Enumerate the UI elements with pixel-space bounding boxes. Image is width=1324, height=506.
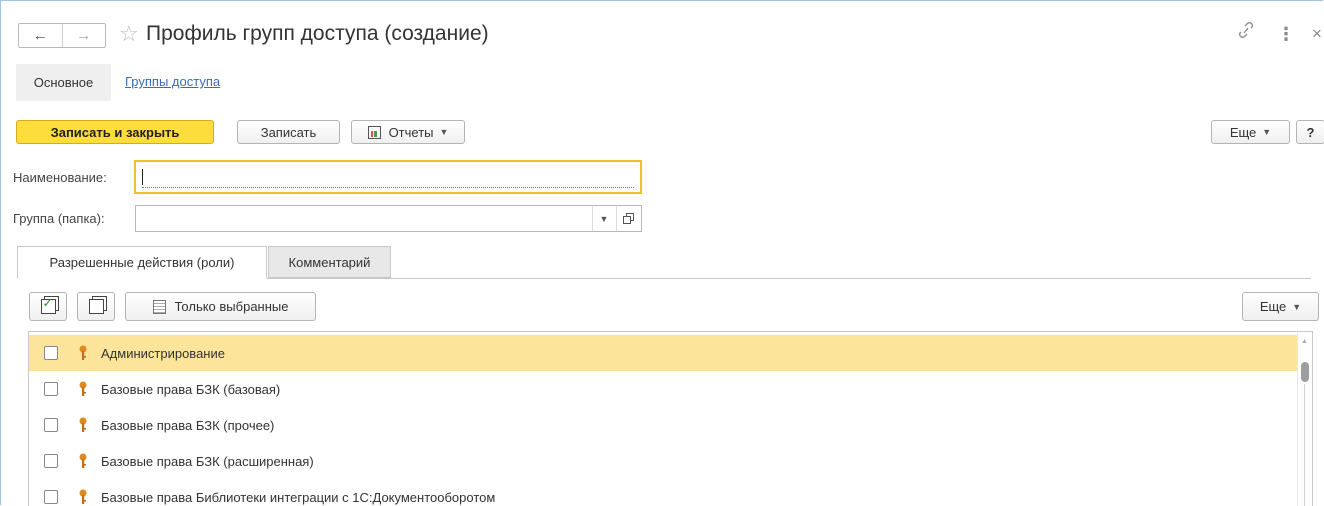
role-checkbox[interactable] xyxy=(44,418,58,432)
name-input[interactable] xyxy=(134,160,642,194)
more-vertical-icon[interactable]: ⋮ xyxy=(1277,21,1295,47)
required-field-underline xyxy=(142,187,634,188)
table-row[interactable]: Базовые права БЗК (расширенная) xyxy=(29,443,1302,479)
table-more-button[interactable]: Еще ▼ xyxy=(1242,292,1319,321)
group-input[interactable]: ▼ xyxy=(135,205,642,232)
role-checkbox[interactable] xyxy=(44,454,58,468)
text-cursor xyxy=(142,169,143,185)
forward-arrow-icon[interactable]: → xyxy=(61,24,106,47)
dropdown-arrow-icon[interactable]: ▼ xyxy=(592,206,615,231)
reports-label: Отчеты xyxy=(388,124,434,140)
favorite-star-icon[interactable]: ☆ xyxy=(119,21,139,47)
role-checkbox[interactable] xyxy=(44,490,58,504)
check-all-button[interactable] xyxy=(29,292,67,321)
only-selected-label: Только выбранные xyxy=(174,299,289,314)
section-tab-main[interactable]: Основное xyxy=(16,64,111,101)
list-filter-icon xyxy=(152,299,166,314)
role-label: Базовые права БЗК (расширенная) xyxy=(101,453,314,469)
table-row[interactable]: Базовые права БЗК (прочее) xyxy=(29,407,1302,443)
group-label: Группа (папка): xyxy=(13,211,105,226)
uncheck-all-icon xyxy=(88,299,104,314)
tab-allowed-actions[interactable]: Разрешенные действия (роли) xyxy=(17,246,267,279)
form-window: ← → ☆ Профиль групп доступа (создание) ⋮… xyxy=(0,0,1324,506)
scrollbar-thumb[interactable] xyxy=(1301,362,1309,382)
role-key-icon xyxy=(79,417,87,433)
role-key-icon xyxy=(79,345,87,361)
reports-icon xyxy=(367,125,381,139)
scroll-up-arrow-icon[interactable]: ▲ xyxy=(1301,338,1308,345)
role-label: Администрирование xyxy=(101,345,225,361)
only-selected-button[interactable]: Только выбранные xyxy=(125,292,316,321)
page-title: Профиль групп доступа (создание) xyxy=(146,22,489,45)
role-label: Базовые права БЗК (прочее) xyxy=(101,417,275,433)
role-checkbox[interactable] xyxy=(44,346,58,360)
check-all-icon xyxy=(40,296,56,314)
link-icon[interactable] xyxy=(1238,21,1254,47)
history-nav: ← → xyxy=(18,23,106,48)
chevron-down-icon: ▼ xyxy=(1262,127,1272,137)
chevron-down-icon: ▼ xyxy=(439,127,449,137)
name-label: Наименование: xyxy=(13,170,107,185)
reports-button[interactable]: Отчеты ▼ xyxy=(351,120,465,144)
uncheck-all-button[interactable] xyxy=(77,292,115,321)
roles-table: Администрирование Базовые права БЗК (баз… xyxy=(28,331,1313,506)
vertical-scrollbar[interactable]: ▲ xyxy=(1297,332,1312,506)
role-checkbox[interactable] xyxy=(44,382,58,396)
role-label: Базовые права Библиотеки интеграции с 1С… xyxy=(101,489,496,505)
table-more-label: Еще xyxy=(1259,299,1287,314)
table-row[interactable]: Администрирование xyxy=(29,335,1302,371)
tab-comment[interactable]: Комментарий xyxy=(268,246,391,278)
save-and-close-button[interactable]: Записать и закрыть xyxy=(16,120,214,144)
chevron-down-icon: ▼ xyxy=(1292,301,1302,312)
more-label: Еще xyxy=(1229,124,1257,140)
table-row[interactable]: Базовые права БЗК (базовая) xyxy=(29,371,1302,407)
scrollbar-track xyxy=(1304,384,1305,506)
help-button[interactable]: ? xyxy=(1296,120,1324,144)
back-arrow-icon[interactable]: ← xyxy=(19,24,62,47)
save-button[interactable]: Записать xyxy=(237,120,340,144)
role-label: Базовые права БЗК (базовая) xyxy=(101,381,281,397)
close-icon[interactable]: × xyxy=(1312,21,1322,47)
open-form-icon[interactable] xyxy=(616,206,639,231)
role-key-icon xyxy=(79,381,87,397)
more-button[interactable]: Еще ▼ xyxy=(1211,120,1290,144)
section-tab-access-groups[interactable]: Группы доступа xyxy=(125,73,220,91)
table-row[interactable]: Базовые права Библиотеки интеграции с 1С… xyxy=(29,479,1302,506)
role-key-icon xyxy=(79,453,87,469)
role-key-icon xyxy=(79,489,87,505)
